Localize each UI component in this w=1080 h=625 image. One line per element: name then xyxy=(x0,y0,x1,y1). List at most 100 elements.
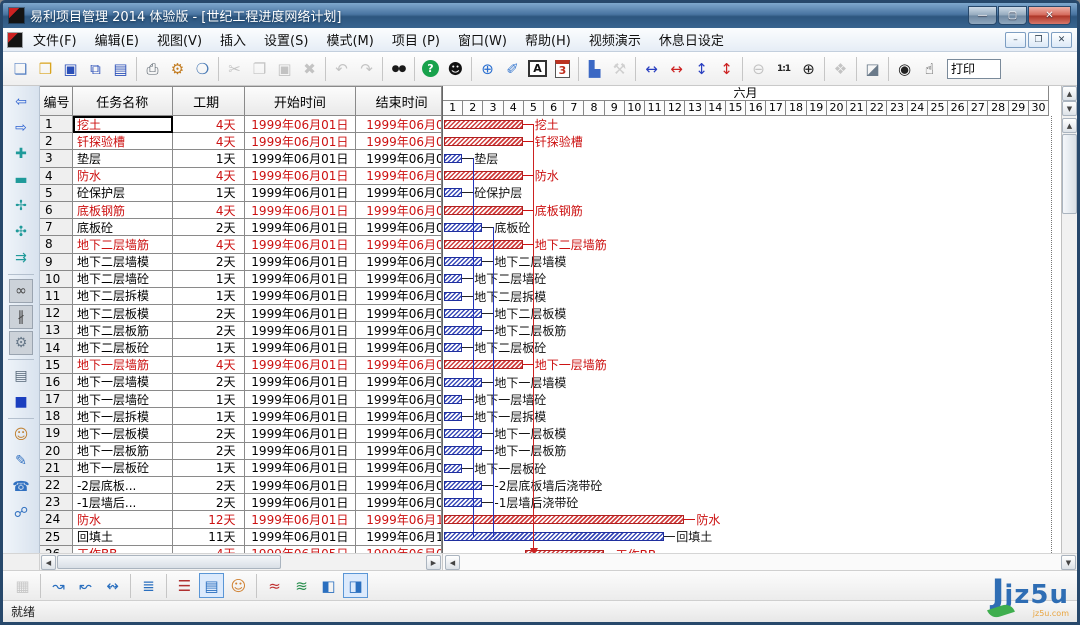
gantt-bar[interactable] xyxy=(444,343,462,352)
calendar-icon[interactable]: 3 xyxy=(550,56,575,81)
task-id-cell[interactable]: 7 xyxy=(40,219,73,236)
task-id-cell[interactable]: 2 xyxy=(40,133,73,150)
gantt-bar[interactable] xyxy=(444,188,462,197)
timescale-down-button[interactable]: ▼ xyxy=(1062,101,1077,116)
task-start-cell[interactable]: 1999年06月01日 xyxy=(245,271,357,288)
task-name-cell[interactable]: 地下一层墙筋 xyxy=(73,357,173,374)
task-end-cell[interactable]: 1999年06月0 xyxy=(356,236,442,253)
resource-edit-icon[interactable]: ✎ xyxy=(9,449,33,473)
row-height-expand-icon[interactable]: ↕ xyxy=(689,56,714,81)
gantt-bar[interactable] xyxy=(444,395,462,404)
task-start-cell[interactable]: 1999年06月01日 xyxy=(245,460,357,477)
mdi-restore-button[interactable]: ❐ xyxy=(1028,32,1049,48)
pan-hand-icon[interactable]: ☝ xyxy=(917,56,942,81)
task-duration-cell[interactable]: 4天 xyxy=(173,116,245,133)
column-header-4[interactable]: 结束时间 xyxy=(356,86,442,116)
task-duration-cell[interactable]: 2天 xyxy=(173,322,245,339)
task-end-cell[interactable]: 1999年06月1 xyxy=(356,511,442,528)
insert-tasks-icon[interactable]: ✢ xyxy=(9,194,33,218)
task-start-cell[interactable]: 1999年06月01日 xyxy=(245,357,357,374)
task-end-cell[interactable]: 1999年06月0 xyxy=(356,339,442,356)
gantt-bar[interactable] xyxy=(444,429,482,438)
task-end-cell[interactable]: 1999年06月0 xyxy=(356,133,442,150)
task-name-cell[interactable]: 地下二层墙筋 xyxy=(73,236,173,253)
mdi-minimize-button[interactable]: – xyxy=(1005,32,1026,48)
task-id-cell[interactable]: 13 xyxy=(40,322,73,339)
timescale-view-icon[interactable]: ☰ xyxy=(172,573,197,598)
task-duration-cell[interactable]: 11天 xyxy=(173,529,245,546)
menu-item-4[interactable]: 插入 xyxy=(211,28,255,51)
task-end-cell[interactable]: 1999年06月0 xyxy=(356,271,442,288)
task-duration-cell[interactable]: 1天 xyxy=(173,271,245,288)
task-end-cell[interactable]: 1999年06月0 xyxy=(356,288,442,305)
menu-item-11[interactable]: 休息日设定 xyxy=(650,28,733,51)
minimize-button[interactable]: — xyxy=(968,6,997,25)
table-scroll-thumb[interactable] xyxy=(57,555,281,569)
task-name-cell[interactable]: 底板钢筋 xyxy=(73,202,173,219)
task-duration-cell[interactable]: 2天 xyxy=(173,494,245,511)
task-id-cell[interactable]: 12 xyxy=(40,305,73,322)
mdi-close-button[interactable]: ✕ xyxy=(1051,32,1072,48)
column-header-0[interactable]: 编号 xyxy=(40,86,73,116)
font-style-icon[interactable]: A xyxy=(525,56,550,81)
task-duration-cell[interactable]: 2天 xyxy=(173,219,245,236)
gantt-bar[interactable] xyxy=(444,154,462,163)
open-folder-icon[interactable]: ❒ xyxy=(33,56,58,81)
menu-item-8[interactable]: 窗口(W) xyxy=(449,28,516,51)
task-id-cell[interactable]: 1 xyxy=(40,116,73,133)
snapshot-icon[interactable]: ◪ xyxy=(860,56,885,81)
task-id-cell[interactable]: 3 xyxy=(40,150,73,167)
task-id-cell[interactable]: 11 xyxy=(40,288,73,305)
task-start-cell[interactable]: 1999年06月01日 xyxy=(245,494,357,511)
task-duration-cell[interactable]: 1天 xyxy=(173,185,245,202)
append-tasks-icon[interactable]: ✣ xyxy=(9,220,33,244)
column-header-3[interactable]: 开始时间 xyxy=(245,86,357,116)
gantt-bar[interactable] xyxy=(444,446,482,455)
task-name-cell[interactable]: 防水 xyxy=(73,168,173,185)
task-end-cell[interactable]: 1999年06月0 xyxy=(356,546,442,553)
task-notes-icon[interactable]: ▤ xyxy=(9,364,33,388)
vertical-scrollbar[interactable]: ▲ ▼ ▲ xyxy=(1061,86,1077,553)
vertical-scroll-thumb[interactable] xyxy=(1062,134,1077,214)
save-as-icon[interactable]: ▤ xyxy=(108,56,133,81)
task-end-cell[interactable]: 1999年06月0 xyxy=(356,254,442,271)
task-end-cell[interactable]: 1999年06月0 xyxy=(356,202,442,219)
task-id-cell[interactable]: 24 xyxy=(40,511,73,528)
web-icon[interactable]: ⊕ xyxy=(475,56,500,81)
task-id-cell[interactable]: 19 xyxy=(40,425,73,442)
task-end-cell[interactable]: 1999年06月0 xyxy=(356,219,442,236)
task-name-cell[interactable]: 砼保护层 xyxy=(73,185,173,202)
task-id-cell[interactable]: 4 xyxy=(40,168,73,185)
gantt-bar[interactable] xyxy=(444,464,462,473)
column-header-1[interactable]: 任务名称 xyxy=(73,86,173,116)
scroll-up-button[interactable]: ▲ xyxy=(1062,118,1077,133)
zoom-in-icon[interactable]: ⊕ xyxy=(796,56,821,81)
gantt-bar[interactable] xyxy=(444,240,523,249)
maximize-button[interactable]: ▢ xyxy=(998,6,1027,25)
table-horizontal-scrollbar[interactable]: ◀ ▶ xyxy=(40,554,443,570)
resource-link-icon[interactable]: ☍ xyxy=(9,501,33,525)
task-name-cell[interactable]: 地下二层板砼 xyxy=(73,339,173,356)
print-icon[interactable]: ⎙ xyxy=(140,56,165,81)
task-id-cell[interactable]: 25 xyxy=(40,529,73,546)
print-input[interactable] xyxy=(947,59,1001,79)
task-start-cell[interactable]: 1999年06月01日 xyxy=(245,425,357,442)
task-end-cell[interactable]: 1999年06月0 xyxy=(356,305,442,322)
task-name-cell[interactable]: 挖土 xyxy=(73,116,173,133)
task-end-cell[interactable]: 1999年06月0 xyxy=(356,374,442,391)
gantt-bar[interactable] xyxy=(444,120,523,129)
task-name-cell[interactable]: 地下一层板模 xyxy=(73,425,173,442)
title-bar[interactable]: 易利项目管理 2014 体验版 - [世纪工程进度网络计划] —▢✕ xyxy=(3,3,1077,28)
task-end-cell[interactable]: 1999年06月0 xyxy=(356,116,442,133)
outline-view-icon[interactable]: ≣ xyxy=(136,573,161,598)
task-duration-cell[interactable]: 2天 xyxy=(173,443,245,460)
screen-area-icon[interactable]: ■ xyxy=(9,390,33,414)
task-duration-cell[interactable]: 4天 xyxy=(173,546,245,553)
task-name-cell[interactable]: 地下二层板模 xyxy=(73,305,173,322)
task-id-cell[interactable]: 20 xyxy=(40,443,73,460)
task-start-cell[interactable]: 1999年06月01日 xyxy=(245,288,357,305)
gantt-bar[interactable] xyxy=(444,498,482,507)
task-start-cell[interactable]: 1999年06月01日 xyxy=(245,305,357,322)
compare-curve-icon[interactable]: ≋ xyxy=(289,573,314,598)
task-start-cell[interactable]: 1999年06月01日 xyxy=(245,374,357,391)
